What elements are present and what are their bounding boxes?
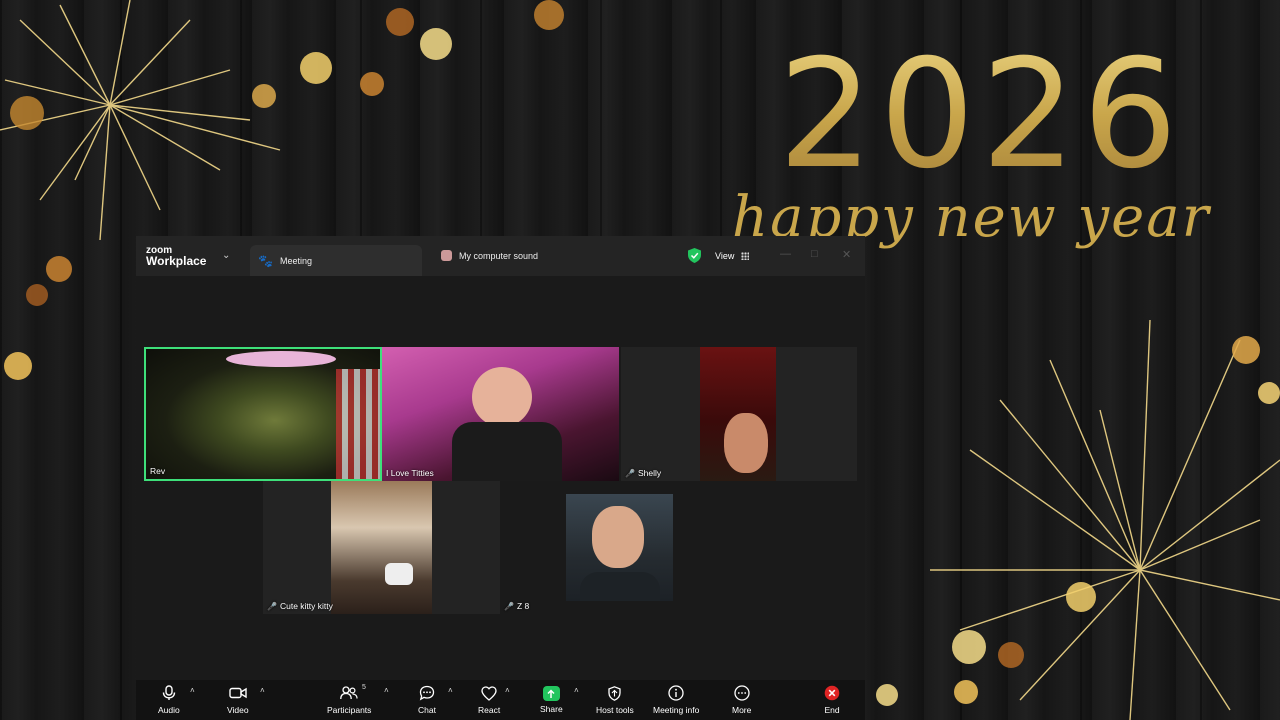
info-icon [667,684,685,702]
bokeh-light [1258,382,1280,404]
bokeh-light [386,8,414,36]
maximize-icon[interactable]: □ [811,248,818,260]
brand-workplace-text: Workplace [146,254,207,268]
more-button[interactable]: More [732,684,751,715]
shirt-shape [580,572,660,601]
shirt-shape [452,422,562,481]
tab-meeting[interactable]: 🐾 Meeting [250,245,422,276]
tab-computer-sound[interactable]: My computer sound [441,250,538,261]
participants-label: Participants [327,705,372,715]
meeting-info-button[interactable]: Meeting info [653,684,699,715]
participant-name: Rev [150,466,166,476]
tab-sound-label: My computer sound [459,250,539,261]
end-icon [823,684,841,702]
window-titlebar: zoom Workplace ⌄ 🐾 Meeting My computer s… [136,236,865,276]
video-tile-shelly[interactable]: 🎤 Shelly [621,347,857,481]
share-screen-icon [542,686,560,701]
host-tools-button[interactable]: Host tools [596,684,634,715]
bokeh-light [252,84,276,108]
participant-name: 🎤 Z 8 [504,601,530,611]
meeting-info-label: Meeting info [653,705,700,715]
video-tile-rev[interactable]: Rev [144,347,382,481]
chat-label: Chat [418,705,436,715]
more-icon [733,684,751,702]
audio-label: Audio [158,705,180,715]
mic-muted-icon: 🎤 [625,468,635,478]
microphone-icon [160,684,178,702]
flag-shape [336,369,380,479]
sound-app-icon [441,250,452,261]
wallpaper-year: 2026 [778,40,1238,190]
more-label: More [732,705,752,715]
view-label: View [715,251,735,261]
shield-icon [606,684,624,702]
meeting-toolbar: Audio ˄ Video ˄ Participants 5 ˄ Chat ˄ [136,680,865,720]
firework-top-left [0,0,281,241]
host-tools-label: Host tools [596,705,634,715]
shield-icon[interactable] [688,248,701,263]
view-button[interactable]: View [708,245,760,267]
mic-muted-icon: 🎤 [267,601,277,611]
grid-icon [741,252,750,260]
audio-button[interactable]: Audio [158,684,180,715]
chat-icon [418,684,436,702]
mic-muted-icon: 🎤 [504,601,514,611]
close-icon[interactable]: ✕ [842,248,851,261]
video-tile-guest[interactable] [566,494,673,601]
object-shape [385,563,413,585]
bokeh-light [954,680,978,704]
video-feed [331,481,432,614]
video-options-caret[interactable]: ˄ [260,686,265,695]
person-shape [724,413,768,473]
participants-count: 5 [362,684,366,691]
video-camera-icon [229,684,247,702]
share-options-caret[interactable]: ˄ [574,686,579,695]
end-label: End [824,705,840,715]
bokeh-light [1066,582,1096,612]
react-button[interactable]: React [478,684,500,715]
bokeh-light [952,630,986,664]
participant-name: I Love Titties [386,468,434,478]
zoom-workplace-brand[interactable]: zoom Workplace [146,245,206,267]
heart-icon [480,684,498,702]
person-shape [472,367,532,427]
bokeh-light [1232,336,1260,364]
audio-options-caret[interactable]: ˄ [190,686,195,695]
react-options-caret[interactable]: ˄ [505,686,510,695]
react-label: React [478,705,501,715]
chat-button[interactable]: Chat [418,684,436,715]
bokeh-light [26,284,48,306]
bokeh-light [46,256,72,282]
share-label: Share [540,704,563,714]
chat-options-caret[interactable]: ˄ [448,686,453,695]
video-tile-i-love-titties[interactable]: I Love Titties [382,347,619,481]
hat-shape [226,351,336,367]
bokeh-light [300,52,332,84]
tab-meeting-label: Meeting [279,255,312,266]
video-tile-cute-kitty-kitty[interactable]: 🎤 Cute kitty kitty [263,481,500,614]
minimize-icon[interactable]: — [780,248,791,260]
end-button[interactable]: End [823,684,841,715]
participants-options-caret[interactable]: ˄ [384,686,389,695]
bokeh-light [10,96,44,130]
paw-icon: 🐾 [258,253,273,268]
bokeh-light [4,352,32,380]
bokeh-light [998,642,1024,668]
bokeh-light [876,684,898,706]
chevron-down-icon[interactable]: ⌄ [222,250,230,261]
bokeh-light [420,28,452,60]
participant-name: 🎤 Cute kitty kitty [267,601,333,611]
bokeh-light [360,72,384,96]
participants-icon [340,684,358,702]
share-button[interactable]: Share [540,684,563,714]
participant-name: 🎤 Shelly [625,468,662,478]
video-label: Video [227,705,249,715]
video-button[interactable]: Video [227,684,249,715]
person-shape [592,506,644,568]
bokeh-light [534,0,564,30]
video-tile-z8[interactable]: 🎤 Z 8 [500,481,536,614]
zoom-meeting-window: zoom Workplace ⌄ 🐾 Meeting My computer s… [136,236,865,720]
